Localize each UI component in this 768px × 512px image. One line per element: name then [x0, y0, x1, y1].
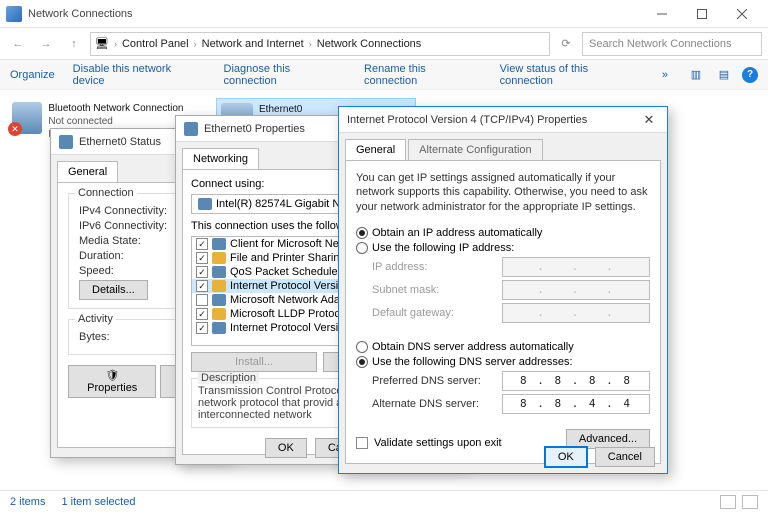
checkbox-icon[interactable]: ✓	[196, 252, 208, 264]
connection-name: Bluetooth Network Connection	[48, 102, 204, 115]
diagnose-link[interactable]: Diagnose this connection	[224, 63, 347, 87]
protocol-icon	[212, 238, 226, 250]
radio-use-ip[interactable]	[356, 242, 368, 254]
ipv6-label: IPv6 Connectivity:	[79, 220, 167, 232]
speed-label: Speed:	[79, 265, 114, 277]
ip-blurb: You can get IP settings assigned automat…	[356, 171, 650, 214]
media-label: Media State:	[79, 235, 141, 247]
crumb-control-panel[interactable]: Control Panel	[122, 38, 189, 50]
protocol-icon	[212, 308, 226, 320]
ip-address-label: IP address:	[372, 261, 502, 273]
overflow-chevron[interactable]: »	[662, 69, 668, 81]
back-button[interactable]: ←	[6, 32, 30, 56]
use-dns-label: Use the following DNS server addresses:	[372, 356, 573, 368]
alternate-dns-field[interactable]: 8 . 8 . 4 . 4	[502, 394, 650, 414]
selection-count: 1 item selected	[61, 496, 135, 508]
checkbox-icon[interactable]: ✓	[196, 308, 208, 320]
bytes-label: Bytes:	[79, 331, 110, 343]
item-count: 2 items	[10, 496, 45, 508]
gateway-field: . . .	[502, 303, 650, 323]
help-button[interactable]: ?	[742, 67, 758, 83]
checkbox-icon[interactable]: ✓	[196, 266, 208, 278]
minimize-button[interactable]	[642, 2, 682, 26]
advanced-button[interactable]: Advanced...	[566, 429, 650, 449]
radio-obtain-ip-auto[interactable]	[356, 227, 368, 239]
search-input[interactable]: Search Network Connections	[582, 32, 762, 56]
close-icon[interactable]: ✕	[639, 112, 659, 128]
ok-button[interactable]: OK	[545, 447, 587, 467]
radio-obtain-dns-auto[interactable]	[356, 341, 368, 353]
view-status-link[interactable]: View status of this connection	[500, 63, 644, 87]
protocol-icon	[212, 266, 226, 278]
subnet-label: Subnet mask:	[372, 284, 502, 296]
preview-pane-button[interactable]: ▤	[714, 65, 734, 85]
preferred-dns-label: Preferred DNS server:	[372, 375, 502, 387]
window-title: Network Connections	[28, 8, 642, 20]
protocol-icon	[212, 280, 226, 292]
pc-icon: 🖥	[95, 37, 109, 50]
obtain-dns-auto-label: Obtain DNS server address automatically	[372, 341, 574, 353]
disable-device-link[interactable]: Disable this network device	[73, 63, 206, 87]
adapter-icon	[59, 135, 73, 149]
bluetooth-adapter-icon	[12, 102, 42, 134]
preferred-dns-field[interactable]: 8 . 8 . 8 . 8	[502, 371, 650, 391]
details-button[interactable]: Details...	[79, 280, 148, 300]
ipv4-properties-dialog: Internet Protocol Version 4 (TCP/IPv4) P…	[338, 106, 668, 474]
protocol-icon	[212, 252, 226, 264]
duration-label: Duration:	[79, 250, 124, 262]
ipv4-label: IPv4 Connectivity:	[79, 205, 167, 217]
radio-use-dns[interactable]	[356, 356, 368, 368]
details-view-icon[interactable]	[720, 495, 736, 509]
nic-icon	[198, 198, 212, 210]
large-icons-view-icon[interactable]	[742, 495, 758, 509]
crumb-network-connections[interactable]: Network Connections	[317, 38, 422, 50]
checkbox-icon[interactable]: ✓	[196, 322, 208, 334]
use-ip-label: Use the following IP address:	[372, 242, 514, 254]
checkbox-icon[interactable]	[196, 294, 208, 306]
refresh-button[interactable]: ⟳	[554, 32, 578, 56]
checkbox-icon[interactable]: ✓	[196, 280, 208, 292]
view-layout-button[interactable]: ▥	[686, 65, 706, 85]
protocol-icon	[212, 322, 226, 334]
protocol-label: QoS Packet Scheduler	[230, 266, 341, 278]
titlebar: Network Connections	[0, 0, 768, 28]
breadcrumb[interactable]: 🖥› Control Panel› Network and Internet› …	[90, 32, 550, 56]
command-bar: Organize Disable this network device Dia…	[0, 60, 768, 90]
address-bar: ← → ↑ 🖥› Control Panel› Network and Inte…	[0, 28, 768, 60]
tab-networking[interactable]: Networking	[182, 148, 259, 169]
up-button[interactable]: ↑	[62, 32, 86, 56]
crumb-network-internet[interactable]: Network and Internet	[202, 38, 304, 50]
ip-address-field: . . .	[502, 257, 650, 277]
obtain-ip-auto-label: Obtain an IP address automatically	[372, 227, 542, 239]
checkbox-icon[interactable]: ✓	[196, 238, 208, 250]
ok-button[interactable]: OK	[265, 438, 307, 458]
forward-button[interactable]: →	[34, 32, 58, 56]
activity-group-label: Activity	[75, 313, 116, 325]
network-icon	[6, 6, 22, 22]
maximize-button[interactable]	[682, 2, 722, 26]
close-button[interactable]	[722, 2, 762, 26]
tab-alternate-config[interactable]: Alternate Configuration	[408, 139, 543, 160]
organize-menu[interactable]: Organize	[10, 69, 55, 81]
status-bar: 2 items 1 item selected	[0, 490, 768, 512]
install-button[interactable]: Install...	[191, 352, 317, 372]
cancel-button[interactable]: Cancel	[595, 447, 655, 467]
subnet-field: . . .	[502, 280, 650, 300]
tab-general[interactable]: General	[345, 139, 406, 160]
dialog-title: Internet Protocol Version 4 (TCP/IPv4) P…	[347, 114, 639, 126]
gateway-label: Default gateway:	[372, 307, 502, 319]
adapter-icon	[184, 122, 198, 136]
connection-group-label: Connection	[75, 187, 137, 199]
alternate-dns-label: Alternate DNS server:	[372, 398, 502, 410]
protocol-icon	[212, 294, 226, 306]
properties-button[interactable]: 🛡 Properties	[68, 365, 156, 398]
tab-general[interactable]: General	[57, 161, 118, 182]
rename-link[interactable]: Rename this connection	[364, 63, 482, 87]
